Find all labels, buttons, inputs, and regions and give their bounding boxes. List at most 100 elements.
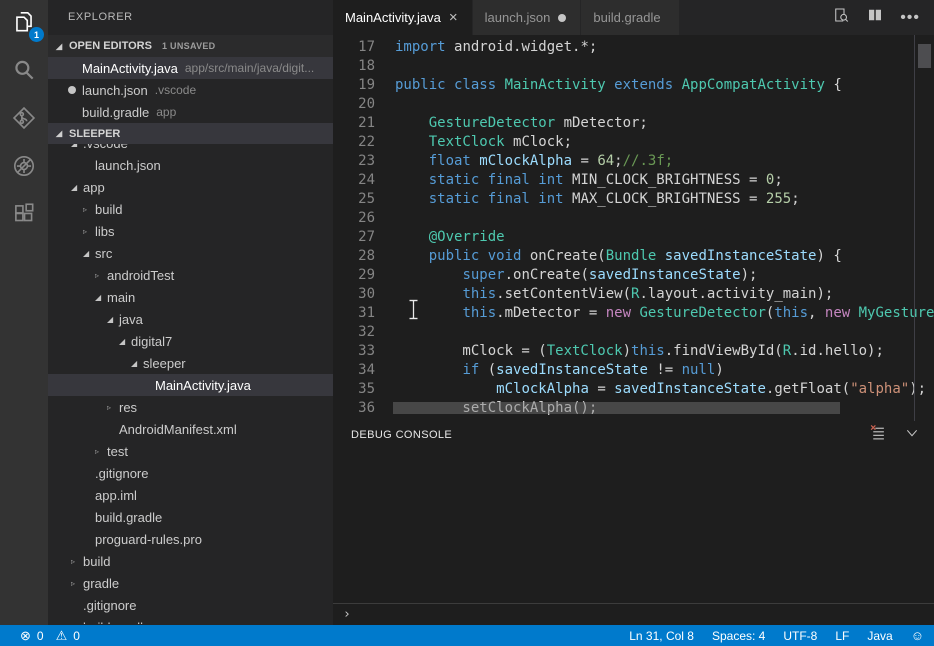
open-editor-item[interactable]: launch.json.vscode [48,79,333,101]
status-eol[interactable]: LF [835,629,849,643]
more-actions-icon[interactable]: ••• [900,13,920,23]
tree-item-launch.json[interactable]: launch.json [48,154,333,176]
file-name: build.gradle [82,105,149,120]
tree-item-.vscode[interactable]: ◢.vscode [48,144,333,154]
chevron-expanded-icon: ◢ [83,249,95,258]
code-line[interactable]: 25 static final int MAX_CLOCK_BRIGHTNESS… [333,190,934,209]
chevron-down-icon[interactable] [904,425,920,446]
tab-build.gradle[interactable]: build.gradle [581,0,679,35]
code-line[interactable]: 22 TextClock mClock; [333,133,934,152]
split-editor-icon[interactable] [866,6,884,29]
code-line[interactable]: 31 this.mDetector = new GestureDetector(… [333,304,934,323]
tab-bar-actions: ••• [832,0,934,35]
tree-item-proguard-rules.pro[interactable]: proguard-rules.pro [48,528,333,550]
tree-item-main[interactable]: ◢main [48,286,333,308]
status-encoding[interactable]: UTF-8 [783,629,817,643]
activity-source-control-button[interactable] [0,96,48,144]
tree-item-.gitignore[interactable]: .gitignore [48,462,333,484]
file-description: .vscode [155,83,196,97]
tree-item-build[interactable]: ▹build [48,198,333,220]
tree-item-sleeper[interactable]: ◢sleeper [48,352,333,374]
horizontal-scrollbar[interactable] [393,402,840,414]
code-line[interactable]: 19public class MainActivity extends AppC… [333,76,934,95]
tree-item-label: launch.json [95,158,161,173]
chevron-expanded-icon: ◢ [119,337,131,346]
code-line[interactable]: 32 [333,323,934,342]
line-number: 21 [333,114,375,133]
line-content: static final int MAX_CLOCK_BRIGHTNESS = … [395,190,800,209]
line-content: this.setContentView(R.layout.activity_ma… [395,285,833,304]
tree-item-label: digital7 [131,334,172,349]
line-number: 19 [333,76,375,95]
tree-item-label: sleeper [143,356,186,371]
code-line[interactable]: 17import android.widget.*; [333,38,934,57]
dirty-dot-icon[interactable] [558,14,566,22]
code-line[interactable]: 28 public void onCreate(Bundle savedInst… [333,247,934,266]
tab-label: MainActivity.java [345,10,441,25]
project-section-header[interactable]: ◢ SLEEPER [48,123,333,144]
problems-status[interactable]: ⊗ 0 ⚠ 0 [20,628,80,644]
debug-console-input[interactable]: › [333,603,934,625]
activity-extensions-button[interactable] [0,192,48,240]
code-line[interactable]: 26 [333,209,934,228]
tree-item-label: libs [95,224,115,239]
tree-item-.gitignore[interactable]: .gitignore [48,594,333,616]
status-indentation[interactable]: Spaces: 4 [712,629,765,643]
activity-search-button[interactable] [0,48,48,96]
code-line[interactable]: 30 this.setContentView(R.layout.activity… [333,285,934,304]
find-in-file-icon[interactable] [832,6,850,29]
status-cursor-position[interactable]: Ln 31, Col 8 [629,629,694,643]
code-line[interactable]: 29 super.onCreate(savedInstanceState); [333,266,934,285]
code-line[interactable]: 23 float mClockAlpha = 64;//.3f; [333,152,934,171]
tree-item-java[interactable]: ◢java [48,308,333,330]
open-editors-header[interactable]: ◢ OPEN EDITORS 1 UNSAVED [48,35,333,57]
close-icon[interactable]: × [447,9,460,26]
tree-item-src[interactable]: ◢src [48,242,333,264]
code-line[interactable]: 21 GestureDetector mDetector; [333,114,934,133]
tree-item-res[interactable]: ▹res [48,396,333,418]
open-editors-label: OPEN EDITORS [69,40,152,52]
tree-item-app.iml[interactable]: app.iml [48,484,333,506]
tree-item-build.gradle[interactable]: build.gradle [48,616,333,624]
feedback-smiley-icon[interactable]: ☺ [911,628,924,643]
tree-item-digital7[interactable]: ◢digital7 [48,330,333,352]
tree-item-build.gradle[interactable]: build.gradle [48,506,333,528]
debug-console-panel: DEBUG CONSOLE [333,421,934,625]
vertical-scrollbar[interactable] [914,35,934,421]
line-number: 34 [333,361,375,380]
clear-console-icon[interactable] [869,424,886,446]
tab-MainActivity.java[interactable]: MainActivity.java × [333,0,473,35]
code-line[interactable]: 18 [333,57,934,76]
code-line[interactable]: 35 mClockAlpha = savedInstanceState.getF… [333,380,934,399]
tree-item-libs[interactable]: ▹libs [48,220,333,242]
tree-item-gradle[interactable]: ▹gradle [48,572,333,594]
code-line[interactable]: 20 [333,95,934,114]
code-editor[interactable]: 16import android.view.GestureDetector;17… [333,35,934,421]
open-editor-item[interactable]: MainActivity.javaapp/src/main/java/digit… [48,57,333,79]
tree-item-label: androidTest [107,268,174,283]
code-line[interactable]: 24 static final int MIN_CLOCK_BRIGHTNESS… [333,171,934,190]
code-line[interactable]: 27 @Override [333,228,934,247]
chevron-expanded-icon: ◢ [56,42,69,51]
activity-debug-button[interactable] [0,144,48,192]
tab-launch.json[interactable]: launch.json [473,0,582,35]
chevron-expanded-icon: ◢ [71,144,83,148]
code-line[interactable]: 33 mClock = (TextClock)this.findViewById… [333,342,934,361]
line-number: 31 [333,304,375,323]
tree-item-MainActivity.java[interactable]: MainActivity.java [48,374,333,396]
open-editor-item[interactable]: build.gradleapp [48,101,333,123]
tree-item-test[interactable]: ▹test [48,440,333,462]
tree-item-label: main [107,290,135,305]
tree-item-AndroidManifest.xml[interactable]: AndroidManifest.xml [48,418,333,440]
line-number: 22 [333,133,375,152]
code-line[interactable]: 34 if (savedInstanceState != null) [333,361,934,380]
tree-item-androidTest[interactable]: ▹androidTest [48,264,333,286]
scrollbar-thumb[interactable] [918,44,931,68]
tree-item-app[interactable]: ◢app [48,176,333,198]
line-content: super.onCreate(savedInstanceState); [395,266,757,285]
activity-explorer-button[interactable]: 1 [0,0,48,48]
tree-item-build[interactable]: ▹build [48,550,333,572]
line-content: mClock = (TextClock)this.findViewById(R.… [395,342,884,361]
panel-title-debug-console[interactable]: DEBUG CONSOLE [351,429,452,441]
status-language-mode[interactable]: Java [867,629,892,643]
